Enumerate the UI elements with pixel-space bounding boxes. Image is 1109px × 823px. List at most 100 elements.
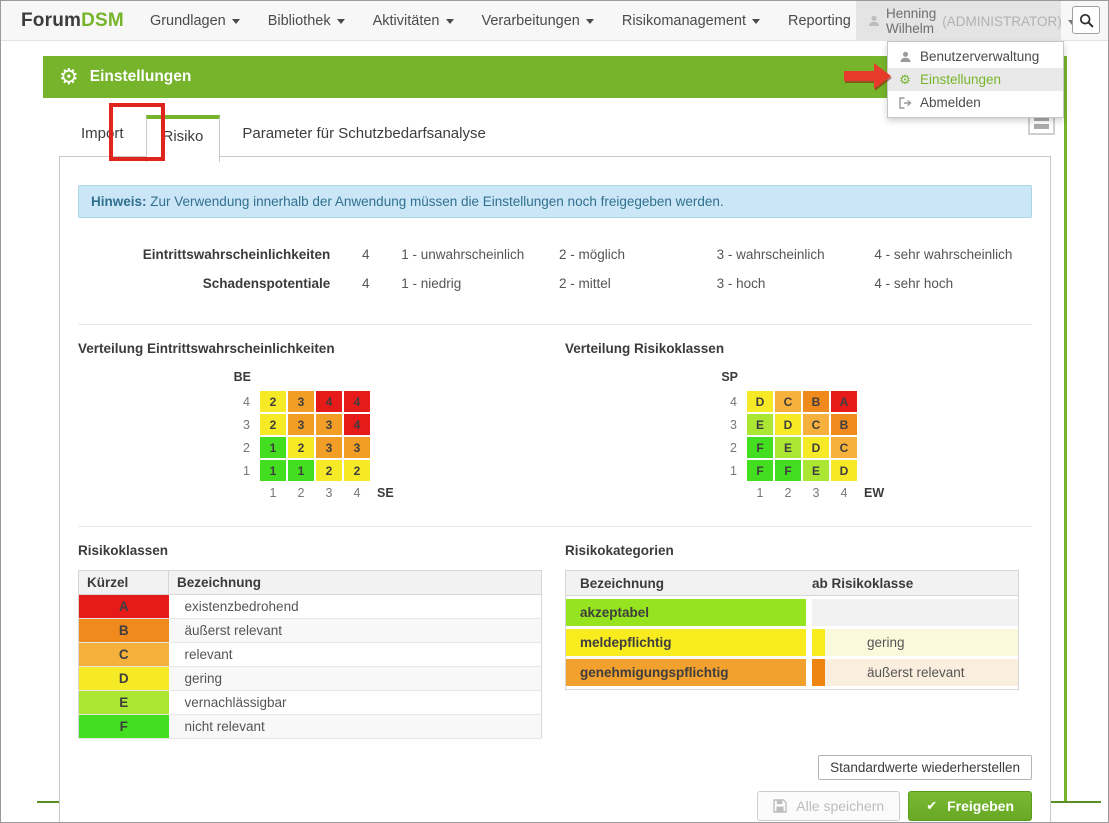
page-title: Einstellungen bbox=[90, 68, 192, 86]
menu-item-abmelden[interactable]: Abmelden bbox=[888, 91, 1063, 114]
main-content: ⚙ Einstellungen ImportRisikoParameter fü… bbox=[43, 56, 1067, 823]
matrix-row-label: 1 bbox=[233, 459, 259, 482]
matrix-cell[interactable]: A bbox=[831, 391, 857, 412]
user-menu-button[interactable]: Henning Wilhelm (ADMINISTRATOR) bbox=[856, 1, 1061, 41]
chevron-down-icon bbox=[752, 19, 760, 24]
search-button[interactable] bbox=[1072, 6, 1100, 34]
parameter-level-label: 1 - niedrig bbox=[401, 276, 559, 291]
risk-class-code-cell[interactable]: D bbox=[79, 667, 169, 691]
risk-category-name-cell[interactable]: meldepflichtig bbox=[566, 629, 806, 656]
column-header: Bezeichnung bbox=[566, 576, 806, 591]
matrix-cell[interactable]: B bbox=[831, 414, 857, 435]
matrix-cell[interactable]: 1 bbox=[288, 460, 314, 481]
risk-class-code-cell[interactable]: A bbox=[79, 595, 169, 619]
tab-import[interactable]: Import bbox=[59, 113, 146, 156]
risk-category-threshold-cell[interactable]: äußerst relevant bbox=[825, 659, 1018, 686]
matrix-cell[interactable]: C bbox=[803, 414, 829, 435]
matrix-cell[interactable]: C bbox=[831, 437, 857, 458]
matrix-cell[interactable]: C bbox=[775, 391, 801, 412]
nav-item-risikomanagement[interactable]: Risikomanagement bbox=[608, 13, 774, 29]
risk-class-label-cell[interactable]: gering bbox=[169, 667, 542, 691]
parameter-row: Schadenspotentiale41 - niedrig2 - mittel… bbox=[78, 269, 1032, 298]
nav-item-aktivitäten[interactable]: Aktivitäten bbox=[359, 13, 468, 29]
release-button[interactable]: ✔ Freigeben bbox=[908, 791, 1032, 821]
parameter-count-value[interactable]: 4 bbox=[330, 276, 401, 291]
matrix-cell[interactable]: 3 bbox=[316, 437, 342, 458]
risk-class-code-cell[interactable]: C bbox=[79, 643, 169, 667]
chevron-down-icon bbox=[586, 19, 594, 24]
risk-class-label-cell[interactable]: nicht relevant bbox=[169, 715, 542, 739]
column-header: Bezeichnung bbox=[169, 571, 542, 595]
matrix-cell[interactable]: E bbox=[747, 414, 773, 435]
matrix-cell[interactable]: 3 bbox=[316, 414, 342, 435]
menu-item-label: Einstellungen bbox=[920, 72, 1001, 87]
matrix-cell[interactable]: 2 bbox=[260, 414, 286, 435]
restore-defaults-button[interactable]: Standardwerte wiederherstellen bbox=[818, 755, 1032, 780]
matrix-cell[interactable]: 2 bbox=[316, 460, 342, 481]
matrix-cell[interactable]: D bbox=[747, 391, 773, 412]
risk-class-code-cell[interactable]: F bbox=[79, 715, 169, 739]
matrix-cell[interactable]: D bbox=[831, 460, 857, 481]
matrix-cell[interactable]: D bbox=[775, 414, 801, 435]
risk-category-name-cell[interactable]: akzeptabel bbox=[566, 599, 806, 626]
risiko-tab-panel: Hinweis: Zur Verwendung innerhalb der An… bbox=[59, 156, 1051, 823]
parameter-level-label: 4 - sehr wahrscheinlich bbox=[874, 247, 1032, 262]
matrix-cell[interactable]: 4 bbox=[344, 414, 370, 435]
matrix-cell[interactable]: 3 bbox=[288, 414, 314, 435]
matrix-cell[interactable]: 4 bbox=[316, 391, 342, 412]
nav-item-label: Aktivitäten bbox=[373, 13, 440, 29]
nav-item-grundlagen[interactable]: Grundlagen bbox=[136, 13, 254, 29]
risk-class-label-cell[interactable]: existenzbedrohend bbox=[169, 595, 542, 619]
matrix-cell[interactable]: D bbox=[803, 437, 829, 458]
menu-item-benutzerverwaltung[interactable]: Benutzerverwaltung bbox=[888, 45, 1063, 68]
matrix-cell[interactable]: B bbox=[803, 391, 829, 412]
parameter-count-value[interactable]: 4 bbox=[330, 247, 401, 262]
matrix-cell[interactable]: F bbox=[747, 460, 773, 481]
parameter-level-label: 2 - möglich bbox=[559, 247, 717, 262]
matrix-col-label: 4 bbox=[343, 482, 371, 500]
matrix-cell[interactable]: 4 bbox=[344, 391, 370, 412]
risk-class-label-cell[interactable]: äußerst relevant bbox=[169, 619, 542, 643]
matrix-cell[interactable]: 2 bbox=[344, 460, 370, 481]
hint-banner: Hinweis: Zur Verwendung innerhalb der An… bbox=[78, 185, 1032, 218]
risk-class-strip bbox=[812, 659, 825, 686]
matrix-row-label: 3 bbox=[233, 413, 259, 436]
tab-parameter-f-r-schutzbedarfsanalyse[interactable]: Parameter für Schutzbedarfsanalyse bbox=[220, 113, 507, 156]
matrix-spacer bbox=[830, 370, 858, 390]
save-all-button[interactable]: Alle speichern bbox=[757, 791, 900, 821]
tab-risiko[interactable]: Risiko bbox=[146, 115, 221, 162]
matrix-cell[interactable]: 2 bbox=[288, 437, 314, 458]
matrix-cell[interactable]: F bbox=[747, 437, 773, 458]
matrix-row-label: 2 bbox=[720, 436, 746, 459]
matrix-cell[interactable]: 3 bbox=[288, 391, 314, 412]
parameter-row: Eintrittswahrscheinlichkeiten41 - unwahr… bbox=[78, 240, 1032, 269]
matrix-cell[interactable]: 3 bbox=[344, 437, 370, 458]
risk-category-name-cell[interactable]: genehmigungspflichtig bbox=[566, 659, 806, 686]
restore-row: Standardwerte wiederherstellen bbox=[78, 755, 1032, 780]
menu-item-einstellungen[interactable]: ⚙Einstellungen bbox=[888, 68, 1063, 91]
risk-class-code-cell[interactable]: E bbox=[79, 691, 169, 715]
matrix-cell[interactable]: 2 bbox=[260, 391, 286, 412]
matrix-spacer bbox=[259, 370, 287, 390]
matrix-cell[interactable]: 1 bbox=[260, 437, 286, 458]
app-logo[interactable]: ForumDSM bbox=[21, 10, 124, 32]
risk-class-label-cell[interactable]: relevant bbox=[169, 643, 542, 667]
riskclass-matrix-block: Verteilung RisikoklassenSP4DCBA3EDCB2FED… bbox=[555, 341, 1032, 500]
nav-item-verarbeitungen[interactable]: Verarbeitungen bbox=[468, 13, 608, 29]
matrix-y-axis-label: SP bbox=[720, 370, 746, 390]
nav-item-bibliothek[interactable]: Bibliothek bbox=[254, 13, 359, 29]
chevron-down-icon bbox=[232, 19, 240, 24]
matrix-col-label: 2 bbox=[287, 482, 315, 500]
matrix-cell[interactable]: 1 bbox=[260, 460, 286, 481]
risk-category-threshold-cell[interactable] bbox=[825, 599, 1018, 626]
matrix-spacer bbox=[287, 370, 315, 390]
matrix-cell[interactable]: E bbox=[775, 437, 801, 458]
matrix-cell[interactable]: E bbox=[803, 460, 829, 481]
risk-category-threshold-cell[interactable]: gering bbox=[825, 629, 1018, 656]
risk-class-label-cell[interactable]: vernachlässigbar bbox=[169, 691, 542, 715]
matrix-spacer bbox=[371, 459, 403, 482]
parameter-level-label: 3 - wahrscheinlich bbox=[717, 247, 875, 262]
matrix-cell[interactable]: F bbox=[775, 460, 801, 481]
risk-class-code-cell[interactable]: B bbox=[79, 619, 169, 643]
save-icon bbox=[773, 799, 787, 813]
